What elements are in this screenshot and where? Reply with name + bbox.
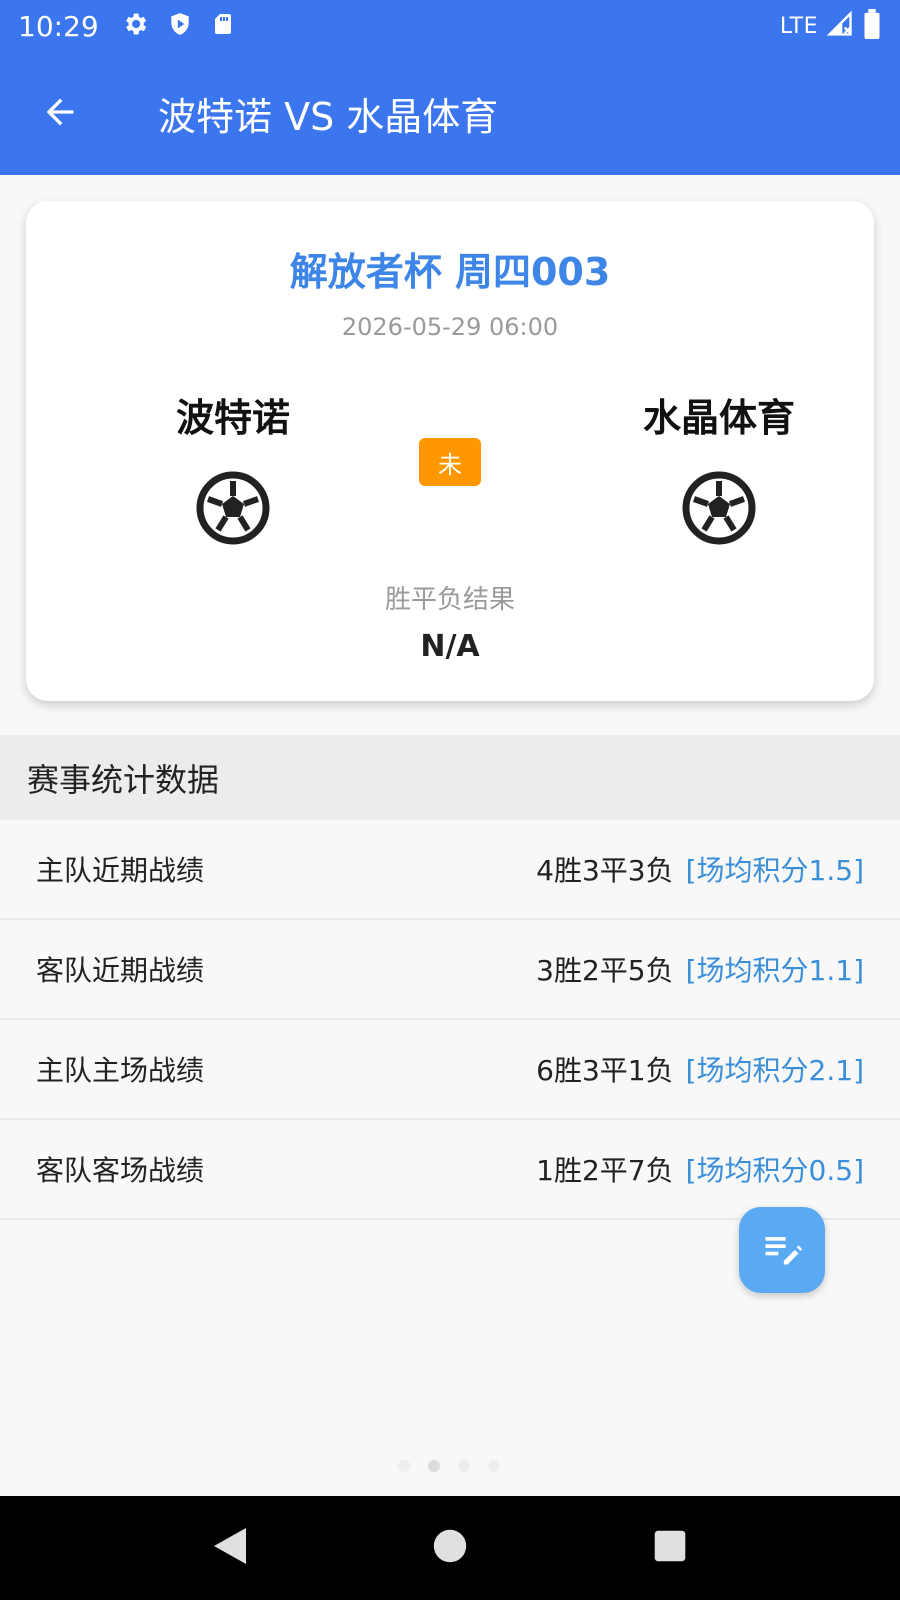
stat-avg-points: [场均积分0.5] bbox=[685, 1154, 864, 1187]
stat-label: 客队客场战绩 bbox=[36, 1154, 205, 1187]
stat-record: 4胜3平3负 bbox=[536, 854, 674, 887]
away-team: 水晶体育 bbox=[589, 387, 849, 546]
list-item[interactable]: 主队近期战绩 4胜3平3负 [场均积分1.5] bbox=[0, 820, 900, 920]
stat-record: 1胜2平7负 bbox=[536, 1154, 674, 1187]
stat-avg-points: [场均积分2.1] bbox=[685, 1054, 864, 1087]
home-team: 波特诺 bbox=[103, 387, 363, 546]
stat-values: 6胜3平1负 [场均积分2.1] bbox=[536, 1049, 864, 1089]
system-nav-bar bbox=[0, 1496, 900, 1600]
status-bar: 10:29 LTE bbox=[0, 0, 900, 52]
stat-record: 3胜2平5负 bbox=[536, 954, 674, 987]
stat-label: 主队主场战绩 bbox=[36, 1054, 205, 1087]
app-bar: 波特诺 VS 水晶体育 bbox=[0, 52, 900, 175]
edit-notes-button[interactable] bbox=[739, 1207, 825, 1293]
stat-values: 3胜2平5负 [场均积分1.1] bbox=[536, 949, 864, 989]
page-indicator bbox=[398, 1460, 500, 1472]
match-status-badge: 未 bbox=[419, 438, 481, 486]
stat-avg-points: [场均积分1.5] bbox=[685, 854, 864, 887]
arrow-left-icon bbox=[40, 92, 80, 136]
gear-icon bbox=[121, 10, 149, 42]
stats-list: 主队近期战绩 4胜3平3负 [场均积分1.5] 客队近期战绩 3胜2平5负 [场… bbox=[0, 820, 900, 1220]
match-datetime: 2026-05-29 06:00 bbox=[341, 313, 559, 341]
stats-section-header: 赛事统计数据 bbox=[0, 735, 900, 820]
back-button[interactable] bbox=[0, 52, 120, 175]
stat-values: 1胜2平7负 [场均积分0.5] bbox=[536, 1149, 864, 1189]
list-item[interactable]: 客队客场战绩 1胜2平7负 [场均积分0.5] bbox=[0, 1120, 900, 1220]
match-card: 解放者杯 周四003 2026-05-29 06:00 波特诺 未 水晶体育 胜… bbox=[26, 201, 874, 701]
square-recents-icon bbox=[653, 1529, 687, 1567]
shield-icon bbox=[167, 10, 193, 42]
stat-values: 4胜3平3负 [场均积分1.5] bbox=[536, 849, 864, 889]
page-title: 波特诺 VS 水晶体育 bbox=[158, 95, 499, 139]
home-team-name: 波特诺 bbox=[175, 396, 290, 440]
league-title: 解放者杯 周四003 bbox=[289, 250, 611, 294]
list-item[interactable]: 主队主场战绩 6胜3平1负 [场均积分2.1] bbox=[0, 1020, 900, 1120]
page-dot bbox=[458, 1460, 470, 1472]
sd-card-icon bbox=[211, 10, 235, 42]
battery-icon bbox=[862, 9, 882, 43]
network-type: LTE bbox=[779, 13, 818, 39]
result-label: 胜平负结果 bbox=[384, 585, 515, 615]
page-dot-active bbox=[428, 1460, 440, 1472]
soccer-ball-icon bbox=[589, 470, 849, 546]
triangle-back-icon bbox=[212, 1526, 248, 1570]
page-dot bbox=[488, 1460, 500, 1472]
page-dot bbox=[398, 1460, 410, 1472]
away-team-name: 水晶体育 bbox=[642, 396, 795, 440]
circle-home-icon bbox=[432, 1528, 468, 1568]
result-value: N/A bbox=[420, 629, 480, 664]
stat-label: 客队近期战绩 bbox=[36, 954, 205, 987]
stat-label: 主队近期战绩 bbox=[36, 854, 205, 887]
stat-record: 6胜3平1负 bbox=[536, 1054, 674, 1087]
edit-note-icon bbox=[760, 1226, 804, 1274]
soccer-ball-icon bbox=[103, 470, 363, 546]
list-item[interactable]: 客队近期战绩 3胜2平5负 [场均积分1.1] bbox=[0, 920, 900, 1020]
signal-icon bbox=[826, 10, 854, 42]
status-time: 10:29 bbox=[18, 9, 99, 43]
nav-back-button[interactable] bbox=[190, 1508, 270, 1588]
nav-recents-button[interactable] bbox=[630, 1508, 710, 1588]
status-icons-left bbox=[121, 10, 235, 42]
stat-avg-points: [场均积分1.1] bbox=[685, 954, 864, 987]
status-icons-right: LTE bbox=[780, 9, 882, 43]
nav-home-button[interactable] bbox=[410, 1508, 490, 1588]
